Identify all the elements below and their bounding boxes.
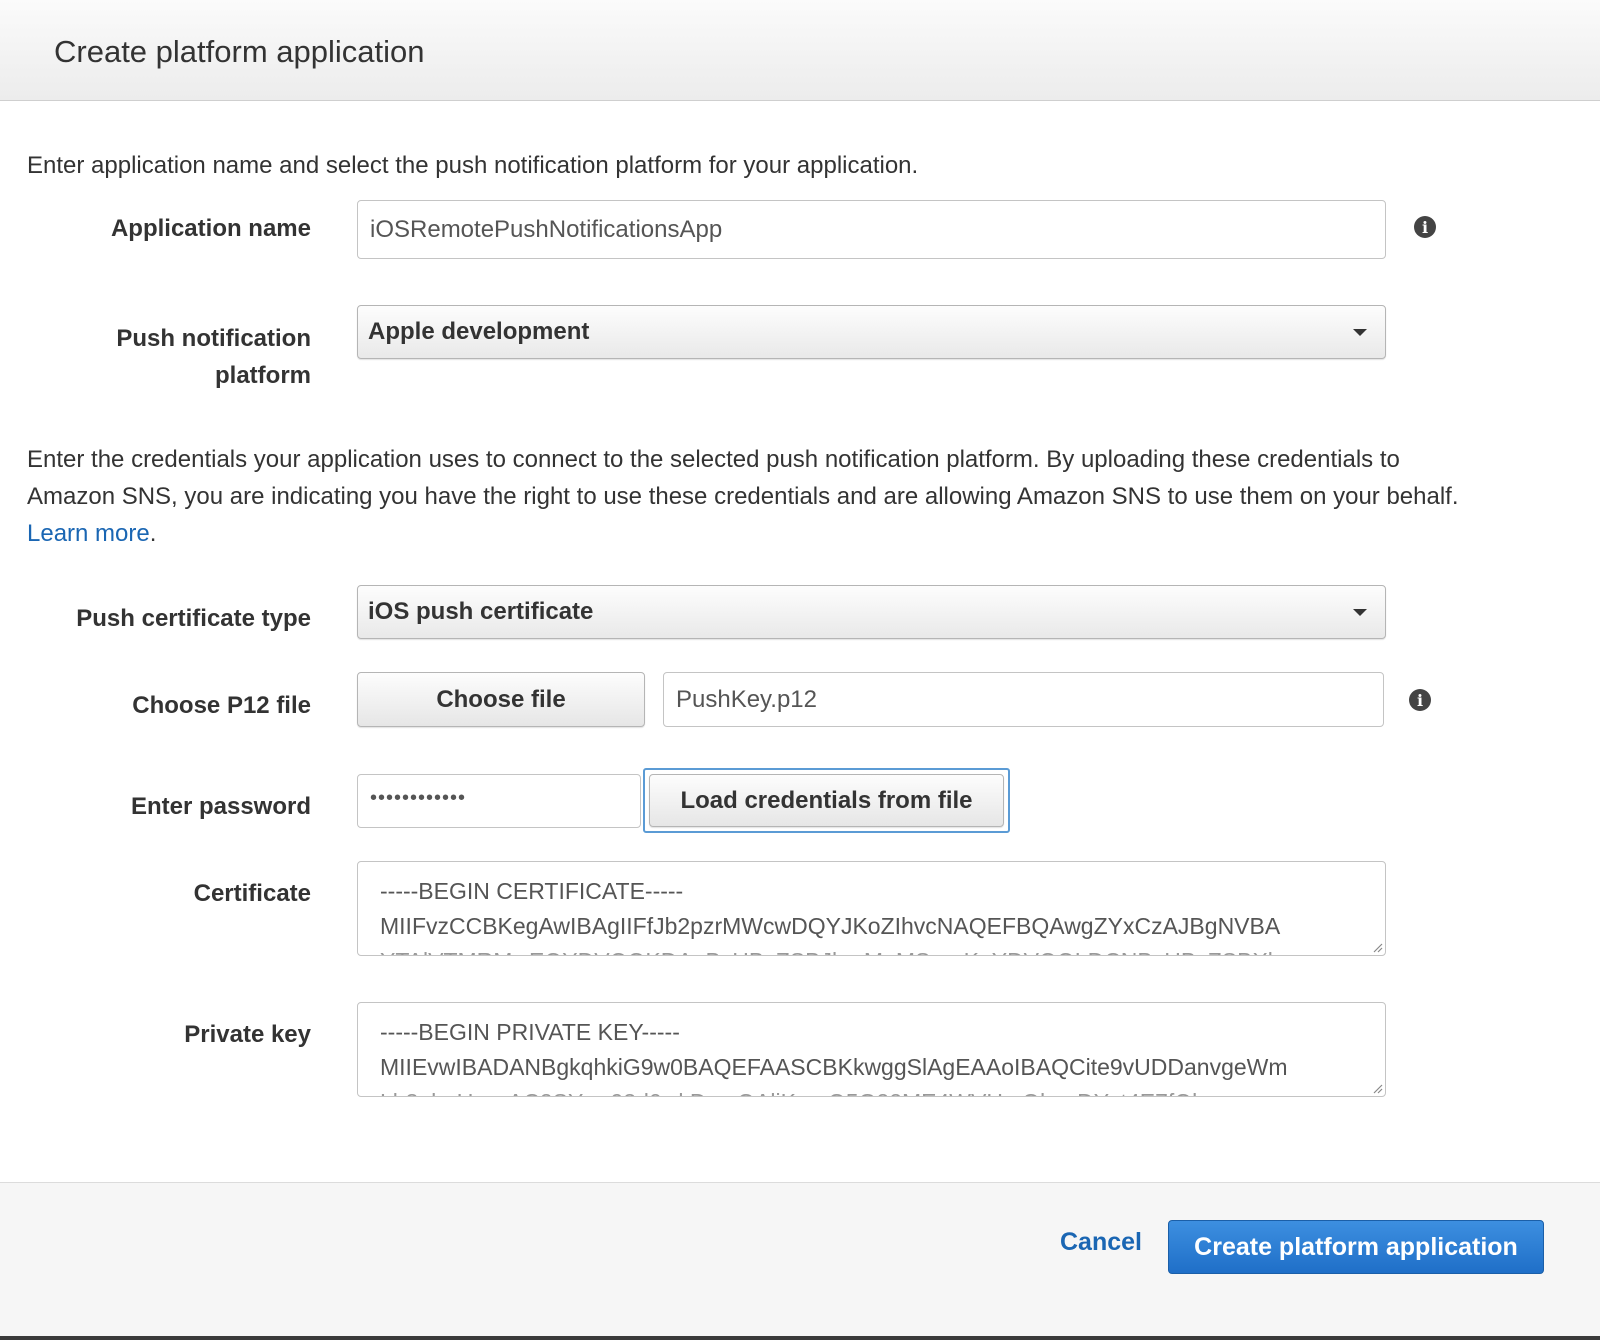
dialog-title: Create platform application xyxy=(54,34,425,69)
create-platform-application-button[interactable]: Create platform application xyxy=(1168,1220,1544,1274)
certificate-line1: -----BEGIN CERTIFICATE----- xyxy=(380,878,684,904)
push-certificate-type-select[interactable]: iOS push certificate xyxy=(357,585,1386,639)
private-key-label: Private key xyxy=(184,1021,311,1048)
push-notification-platform-select[interactable]: Apple development xyxy=(357,305,1386,359)
resize-grip-icon[interactable] xyxy=(1371,1082,1383,1094)
cancel-button[interactable]: Cancel xyxy=(1060,1228,1142,1257)
credentials-description: Enter the credentials your application u… xyxy=(27,441,1567,552)
platform-label-line1: Push notification xyxy=(116,325,311,352)
create-platform-application-dialog: Create platform application Enter applic… xyxy=(0,0,1600,1336)
chevron-down-icon xyxy=(1353,329,1367,336)
choose-p12-file-label: Choose P12 file xyxy=(132,692,311,719)
private-key-line2: MIIEvwIBADANBgkqhkiG9w0BAQEFAASCBKkwggSl… xyxy=(380,1054,1288,1080)
choose-file-button[interactable]: Choose file xyxy=(357,672,645,727)
credentials-desc-line2: Amazon SNS, you are indicating you have … xyxy=(27,483,1459,510)
learn-more-period: . xyxy=(149,520,157,547)
private-key-textarea[interactable]: -----BEGIN PRIVATE KEY----- MIIEvwIBADAN… xyxy=(357,1002,1386,1097)
password-input[interactable]: •••••••••••• xyxy=(357,774,641,828)
platform-label-line2: platform xyxy=(215,362,311,389)
certificate-label: Certificate xyxy=(193,880,311,907)
credentials-desc-line1: Enter the credentials your application u… xyxy=(27,446,1400,473)
platform-selected-value: Apple development xyxy=(368,318,590,345)
learn-more-link[interactable]: Learn more xyxy=(27,520,150,547)
load-credentials-button[interactable]: Load credentials from file xyxy=(649,774,1004,827)
p12-filename-field: PushKey.p12 xyxy=(663,672,1384,727)
application-name-label: Application name xyxy=(110,215,311,242)
chevron-down-icon xyxy=(1353,609,1367,616)
certificate-line2: MIIFvzCCBKegAwIBAgIIFfJb2pzrMWcwDQYJKoZI… xyxy=(380,913,1281,939)
application-name-input[interactable]: iOSRemotePushNotificationsApp xyxy=(357,200,1386,259)
intro-text: Enter application name and select the pu… xyxy=(27,152,919,179)
application-name-info-icon[interactable]: i xyxy=(1414,216,1436,238)
resize-grip-icon[interactable] xyxy=(1371,941,1383,953)
cert-type-selected-value: iOS push certificate xyxy=(368,598,594,625)
private-key-line1: -----BEGIN PRIVATE KEY----- xyxy=(380,1019,680,1045)
dialog-header: Create platform application xyxy=(0,0,1600,101)
certificate-line3: YTAlVTMRMwEQYDVQQKDApBcHBsZSBJbmMuMSwwKg… xyxy=(380,944,1385,955)
p12-info-icon[interactable]: i xyxy=(1409,689,1431,711)
private-key-line3: Lb3ahnUvyxAC2SYqw93d0wkDyrzQAljKmnQ5G22M… xyxy=(380,1085,1385,1096)
push-notification-platform-label: Push notification platform xyxy=(116,320,311,394)
certificate-textarea[interactable]: -----BEGIN CERTIFICATE----- MIIFvzCCBKeg… xyxy=(357,861,1386,956)
enter-password-label: Enter password xyxy=(130,793,311,820)
push-certificate-type-label: Push certificate type xyxy=(76,605,311,632)
